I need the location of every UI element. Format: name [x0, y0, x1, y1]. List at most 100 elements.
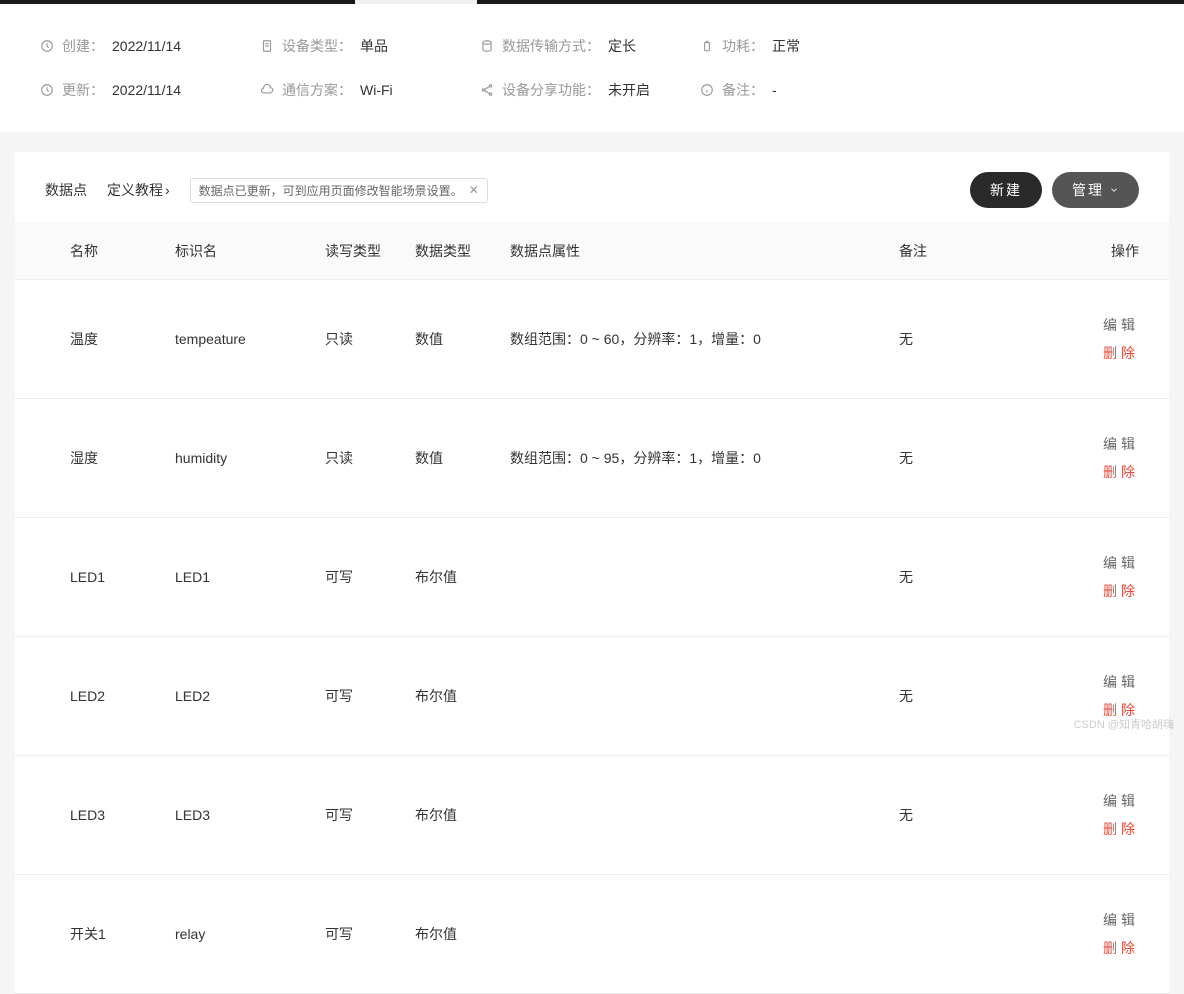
- header-actions: 操作: [1079, 241, 1139, 261]
- info-label: 设备类型：: [282, 36, 352, 56]
- section-title: 数据点: [45, 180, 87, 200]
- cell-name: 开关1: [45, 924, 175, 944]
- cell-datatype: 数值: [415, 329, 510, 349]
- table-body: 温度 tempeature 只读 数值 数组范围：0 ~ 60，分辨率：1，增量…: [15, 280, 1169, 994]
- cell-actions: 编辑 删除: [1079, 553, 1139, 601]
- table-row: LED3 LED3 可写 布尔值 无 编辑 删除: [15, 756, 1169, 875]
- table-row: LED1 LED1 可写 布尔值 无 编辑 删除: [15, 518, 1169, 637]
- info-value: 2022/11/14: [112, 82, 181, 98]
- notice-text: 数据点已更新，可到应用页面修改智能场景设置。: [199, 182, 463, 199]
- info-power: 功耗： 正常: [700, 36, 880, 56]
- info-value: 单品: [360, 36, 388, 56]
- cell-name: LED2: [45, 688, 175, 704]
- delete-button[interactable]: 删除: [1079, 343, 1139, 363]
- cell-rw: 只读: [325, 329, 415, 349]
- datapoint-table: 名称 标识名 读写类型 数据类型 数据点属性 备注 操作 温度 tempeatu…: [15, 223, 1169, 994]
- cell-remark: 无: [899, 686, 1079, 706]
- cell-datatype: 布尔值: [415, 805, 510, 825]
- share-icon: [480, 83, 494, 97]
- info-value: Wi-Fi: [360, 82, 393, 98]
- toolbar-right: 新建 管理: [970, 172, 1139, 208]
- delete-button[interactable]: 删除: [1079, 819, 1139, 839]
- info-value: 2022/11/14: [112, 38, 181, 54]
- cell-rw: 只读: [325, 448, 415, 468]
- tutorial-label: 定义教程: [107, 180, 163, 200]
- watermark: CSDN @知青哈胡嗨: [1074, 716, 1174, 732]
- cell-identifier: relay: [175, 926, 325, 942]
- battery-icon: [700, 39, 714, 53]
- info-label: 更新：: [62, 80, 104, 100]
- cell-datatype: 数值: [415, 448, 510, 468]
- cell-rw: 可写: [325, 686, 415, 706]
- edit-button[interactable]: 编辑: [1079, 791, 1139, 811]
- top-tab-bar: [0, 0, 1184, 4]
- info-created: 创建： 2022/11/14: [40, 36, 220, 56]
- tutorial-link[interactable]: 定义教程 ›: [107, 180, 170, 200]
- delete-button[interactable]: 删除: [1079, 462, 1139, 482]
- new-button[interactable]: 新建: [970, 172, 1042, 208]
- edit-button[interactable]: 编辑: [1079, 672, 1139, 692]
- info-row-1: 创建： 2022/11/14 设备类型： 单品 数据传输方式： 定长 功耗： 正…: [40, 24, 1144, 68]
- database-icon: [480, 39, 494, 53]
- cell-actions: 编辑 删除: [1079, 315, 1139, 363]
- info-label: 通信方案：: [282, 80, 352, 100]
- edit-button[interactable]: 编辑: [1079, 910, 1139, 930]
- info-comm-scheme: 通信方案： Wi-Fi: [260, 80, 440, 100]
- cell-remark: 无: [899, 567, 1079, 587]
- info-value: 正常: [772, 36, 800, 56]
- cell-remark: 无: [899, 448, 1079, 468]
- chevron-right-icon: ›: [165, 182, 170, 198]
- table-row: 湿度 humidity 只读 数值 数组范围：0 ~ 95，分辨率：1，增量：0…: [15, 399, 1169, 518]
- info-icon: [700, 83, 714, 97]
- header-identifier: 标识名: [175, 241, 325, 261]
- info-label: 创建：: [62, 36, 104, 56]
- delete-button[interactable]: 删除: [1079, 581, 1139, 601]
- cell-datatype: 布尔值: [415, 686, 510, 706]
- cell-attrs: 数组范围：0 ~ 60，分辨率：1，增量：0: [510, 329, 899, 349]
- table-row: 温度 tempeature 只读 数值 数组范围：0 ~ 60，分辨率：1，增量…: [15, 280, 1169, 399]
- cell-name: LED3: [45, 807, 175, 823]
- edit-button[interactable]: 编辑: [1079, 315, 1139, 335]
- cell-rw: 可写: [325, 924, 415, 944]
- cell-identifier: tempeature: [175, 331, 325, 347]
- main-panel: 数据点 定义教程 › 数据点已更新，可到应用页面修改智能场景设置。 ✕ 新建 管…: [15, 152, 1169, 994]
- header-remark: 备注: [899, 241, 1079, 261]
- header-datatype: 数据类型: [415, 241, 510, 261]
- document-icon: [260, 39, 274, 53]
- cell-rw: 可写: [325, 567, 415, 587]
- cell-name: 温度: [45, 329, 175, 349]
- cell-actions: 编辑 删除: [1079, 910, 1139, 958]
- cell-rw: 可写: [325, 805, 415, 825]
- clock-icon: [40, 39, 54, 53]
- manage-button[interactable]: 管理: [1052, 172, 1139, 208]
- notice-tag: 数据点已更新，可到应用页面修改智能场景设置。 ✕: [190, 178, 488, 203]
- info-label: 功耗：: [722, 36, 764, 56]
- edit-button[interactable]: 编辑: [1079, 434, 1139, 454]
- info-label: 设备分享功能：: [502, 80, 600, 100]
- cell-remark: 无: [899, 329, 1079, 349]
- cloud-icon: [260, 83, 274, 97]
- edit-button[interactable]: 编辑: [1079, 553, 1139, 573]
- header-name: 名称: [45, 241, 175, 261]
- close-icon[interactable]: ✕: [469, 183, 479, 197]
- delete-button[interactable]: 删除: [1079, 938, 1139, 958]
- manage-label: 管理: [1072, 180, 1104, 200]
- info-device-type: 设备类型： 单品: [260, 36, 440, 56]
- header-rw: 读写类型: [325, 241, 415, 261]
- info-label: 数据传输方式：: [502, 36, 600, 56]
- clock-icon: [40, 83, 54, 97]
- cell-actions: 编辑 删除: [1079, 672, 1139, 720]
- info-remark: 备注： -: [700, 80, 880, 100]
- info-value: -: [772, 82, 777, 98]
- table-row: LED2 LED2 可写 布尔值 无 编辑 删除: [15, 637, 1169, 756]
- toolbar: 数据点 定义教程 › 数据点已更新，可到应用页面修改智能场景设置。 ✕ 新建 管…: [15, 172, 1169, 223]
- cell-name: LED1: [45, 569, 175, 585]
- info-value: 未开启: [608, 80, 650, 100]
- info-row-2: 更新： 2022/11/14 通信方案： Wi-Fi 设备分享功能： 未开启 备…: [40, 68, 1144, 112]
- info-label: 备注：: [722, 80, 764, 100]
- header-attrs: 数据点属性: [510, 241, 899, 261]
- cell-datatype: 布尔值: [415, 924, 510, 944]
- cell-datatype: 布尔值: [415, 567, 510, 587]
- info-share-feature: 设备分享功能： 未开启: [480, 80, 660, 100]
- info-transfer-mode: 数据传输方式： 定长: [480, 36, 660, 56]
